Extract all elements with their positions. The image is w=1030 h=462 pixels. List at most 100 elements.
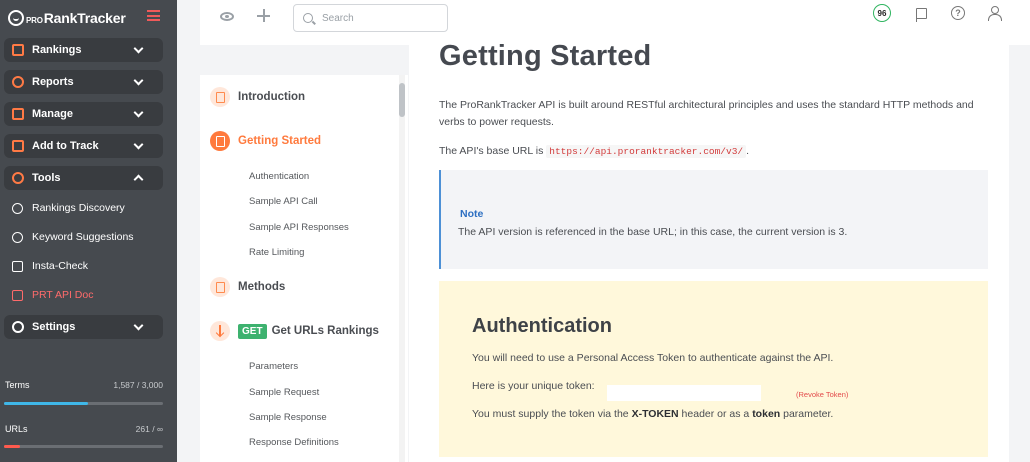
eye-icon[interactable]	[220, 12, 234, 21]
auth-supply-pre: You must supply the token via the	[472, 408, 629, 420]
calendar-icon	[12, 260, 23, 272]
sidebar-item-label: Rankings Discovery	[32, 202, 125, 214]
note-title: Note	[460, 208, 484, 220]
brand-name: RankTracker	[43, 10, 126, 26]
nav-rankings[interactable]: Rankings	[4, 38, 163, 62]
intro-paragraph: The ProRankTracker API is built around R…	[439, 97, 974, 131]
nav-label: Rankings	[32, 44, 82, 56]
intro-line-1: The ProRankTracker API is built around R…	[439, 99, 974, 111]
doc-nav-sample-api-call[interactable]: Sample API Call	[249, 196, 318, 207]
brand-prefix: PRO	[26, 16, 43, 25]
globe-icon	[12, 202, 23, 214]
urls-meter	[4, 445, 163, 448]
brand-logo[interactable]: PRORankTracker	[8, 7, 126, 29]
doc-icon	[210, 87, 230, 107]
gear-icon	[12, 321, 24, 333]
chat-icon[interactable]	[915, 8, 927, 22]
logo-icon	[8, 10, 24, 26]
nav-label: Add to Track	[32, 140, 99, 152]
search-box[interactable]	[293, 4, 448, 32]
terms-value: 1,587 / 3,000	[113, 380, 163, 390]
sidebar-item-keyword-suggestions[interactable]: Keyword Suggestions	[12, 228, 134, 246]
auth-supply-text: You must supply the token via the X-TOKE…	[472, 408, 833, 420]
urls-label: URLs	[5, 424, 28, 434]
auth-supply-post: parameter.	[783, 408, 834, 420]
doc-nav-authentication[interactable]: Authentication	[249, 171, 309, 182]
sidebar-item-rankings-discovery[interactable]: Rankings Discovery	[12, 199, 125, 217]
doc-nav-scrollbar[interactable]	[399, 83, 405, 117]
sidebar-item-label: Keyword Suggestions	[32, 231, 134, 243]
revoke-token-link[interactable]: (Revoke Token)	[796, 390, 848, 399]
tools-icon	[12, 172, 24, 184]
nav-add-to-track[interactable]: Add to Track	[4, 134, 163, 158]
chevron-down-icon	[133, 320, 144, 331]
base-url-paragraph: The API's base URL is https://api.proran…	[439, 143, 749, 160]
base-url-code: https://api.proranktracker.com/v3/	[546, 145, 747, 158]
base-url-suffix: .	[746, 145, 750, 157]
doc-icon	[210, 131, 230, 151]
doc-nav-introduction[interactable]: Introduction	[210, 87, 305, 107]
doc-nav-rate-limiting[interactable]: Rate Limiting	[249, 247, 304, 258]
doc-nav-getting-started[interactable]: Getting Started	[210, 131, 321, 151]
nav-manage[interactable]: Manage	[4, 102, 163, 126]
user-icon[interactable]	[988, 6, 1002, 21]
arrow-down-icon	[210, 321, 230, 341]
auth-param-name: token	[752, 408, 781, 420]
doc-icon	[12, 289, 23, 301]
auth-supply-mid: header or as a	[681, 408, 750, 420]
search-icon	[303, 13, 313, 23]
chevron-down-icon	[133, 43, 144, 54]
terms-meter-fill	[4, 402, 89, 405]
nav-tools[interactable]: Tools	[4, 166, 163, 190]
nav-reports[interactable]: Reports	[4, 70, 163, 94]
doc-nav-response-definitions[interactable]: Response Definitions	[249, 437, 339, 448]
doc-nav-label: Get URLs Rankings	[271, 325, 379, 337]
nav-label: Manage	[32, 108, 73, 120]
base-url-prefix: The API's base URL is	[439, 145, 544, 157]
authentication-heading: Authentication	[472, 315, 612, 337]
doc-icon	[210, 277, 230, 297]
doc-nav-parameters[interactable]: Parameters	[249, 361, 298, 372]
add-box-icon	[12, 140, 24, 152]
doc-nav-methods[interactable]: Methods	[210, 277, 285, 297]
reports-icon	[12, 76, 24, 88]
doc-nav-sample-request[interactable]: Sample Request	[249, 387, 319, 398]
magnify-icon	[12, 231, 23, 243]
score-badge[interactable]: 96	[873, 4, 891, 22]
manage-icon	[12, 108, 24, 120]
nav-label: Reports	[32, 76, 74, 88]
terms-meter	[4, 402, 163, 405]
urls-meter-fill	[4, 445, 20, 448]
auth-header-name: X-TOKEN	[631, 408, 679, 420]
chevron-down-icon	[133, 107, 144, 118]
doc-nav-label: Methods	[238, 281, 286, 293]
nav-settings[interactable]: Settings	[4, 315, 163, 339]
help-icon[interactable]: ?	[951, 6, 965, 20]
intro-line-2: verbs to power requests.	[439, 116, 554, 128]
nav-label: Tools	[32, 172, 61, 184]
search-input[interactable]	[322, 10, 442, 26]
doc-navigation: Introduction Getting Started Authenticat…	[200, 75, 408, 462]
terms-label: Terms	[5, 380, 30, 390]
chevron-down-icon	[133, 139, 144, 150]
authentication-panel: Authentication You will need to use a Pe…	[439, 281, 988, 457]
doc-nav-sample-api-responses[interactable]: Sample API Responses	[249, 222, 349, 233]
sidebar-item-label: PRT API Doc	[32, 289, 94, 301]
plus-icon[interactable]	[257, 9, 270, 22]
token-field[interactable]	[607, 385, 761, 401]
nav-label: Settings	[32, 321, 76, 333]
auth-intro-text: You will need to use a Personal Access T…	[472, 352, 834, 364]
get-method-badge: GET	[238, 323, 267, 339]
doc-nav-get-urls-rankings[interactable]: GET Get URLs Rankings	[210, 321, 379, 341]
rankings-icon	[12, 44, 24, 56]
sidebar-item-insta-check[interactable]: Insta-Check	[12, 257, 88, 275]
doc-nav-sample-response[interactable]: Sample Response	[249, 412, 327, 423]
chevron-down-icon	[133, 75, 144, 86]
sidebar-item-prt-api-doc[interactable]: PRT API Doc	[12, 286, 93, 304]
hamburger-menu-icon[interactable]	[147, 10, 160, 21]
doc-nav-scroll-track[interactable]	[399, 75, 405, 462]
note-text: The API version is referenced in the bas…	[458, 226, 848, 238]
chevron-up-icon	[133, 174, 144, 185]
urls-value: 261 / ∞	[135, 424, 163, 434]
page-title: Getting Started	[439, 40, 652, 72]
